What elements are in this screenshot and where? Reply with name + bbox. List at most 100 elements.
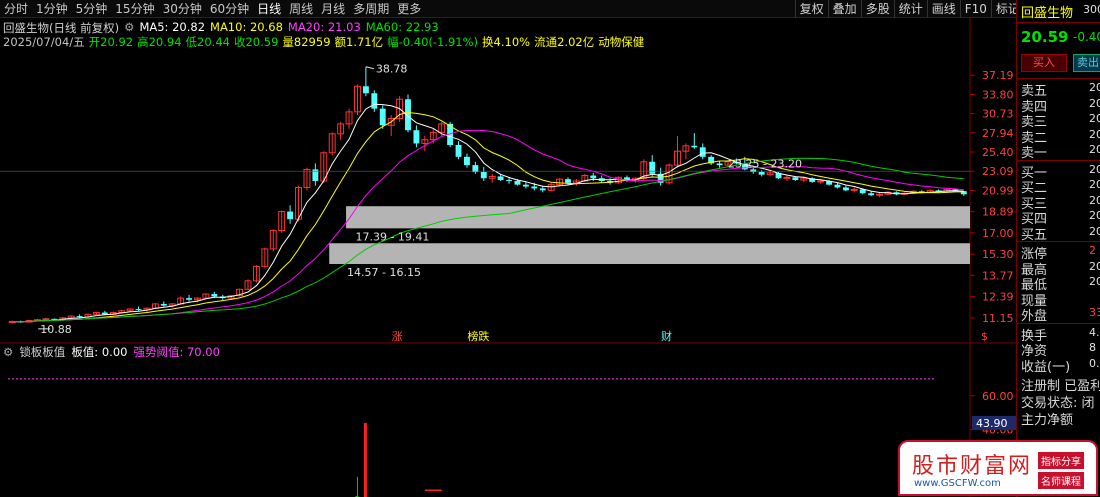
sell-button[interactable]: 卖出	[1073, 54, 1100, 72]
divider	[1017, 159, 1100, 161]
price-tick-label: 18.89	[982, 206, 1014, 219]
quote-row-value: 20	[1089, 96, 1100, 110]
quote-row: 最高20	[1021, 259, 1100, 278]
candle-body	[691, 145, 698, 148]
event-mark: $	[981, 330, 988, 343]
quote-row: 卖三20	[1021, 111, 1100, 130]
candle-body	[211, 294, 218, 297]
event-mark: 财	[661, 329, 672, 343]
candle-body	[850, 188, 858, 191]
price-tick-label: 17.00	[982, 227, 1014, 240]
price-tick-label: 11.15	[982, 312, 1014, 325]
price-axis: 37.19 33.80 30.73 27.94 25.40 23.09 20.99 18.89…	[970, 69, 1014, 325]
candle-body	[42, 318, 50, 321]
toolbar-button[interactable]: 画线	[926, 0, 960, 18]
candles	[8, 66, 967, 324]
period-tab[interactable]: 更多	[393, 0, 425, 18]
candle-body	[590, 175, 597, 179]
candle-body	[716, 163, 723, 166]
quote-footer-line: 交易状态: 闭	[1021, 396, 1095, 411]
quote-row-value: 20	[1089, 127, 1100, 141]
candle-body	[522, 184, 529, 187]
candle-body	[480, 172, 487, 179]
quote-row-value: 20	[1089, 193, 1100, 207]
quote-row-value: 20	[1089, 224, 1100, 238]
quote-row: 净资 8	[1021, 340, 1100, 359]
price-tick-label: 13.77	[982, 269, 1014, 282]
buy-button[interactable]: 买入	[1021, 54, 1067, 72]
quote-row: 卖五20	[1021, 80, 1100, 99]
quote-row-value: 33	[1089, 306, 1100, 319]
quote-row: 外盘33	[1021, 305, 1100, 324]
price-tick-label: 37.19	[982, 69, 1014, 82]
watermark-tag: 指标分享	[1038, 452, 1084, 469]
indicator-menu-icon[interactable]: ⚙	[3, 345, 13, 359]
indicator-name[interactable]: 锁板板值	[19, 344, 65, 360]
period-tab[interactable]: 日线	[253, 0, 285, 18]
candle-body	[649, 161, 656, 174]
quote-row: 买二20	[1021, 177, 1100, 196]
candle-body	[497, 176, 504, 181]
candle-body	[817, 180, 825, 183]
quote-row-value: 20	[1089, 209, 1100, 222]
watermark-url: www.GSCFW.com	[914, 478, 1001, 489]
period-tab[interactable]: 15分钟	[111, 0, 158, 18]
price-tick-label: 23.09	[982, 165, 1014, 178]
quote-row: 卖一20	[1021, 142, 1100, 161]
event-mark: 榜跌	[467, 329, 489, 343]
quote-row-value: 20	[1089, 178, 1100, 191]
candle-body	[699, 147, 706, 157]
divider	[1017, 241, 1100, 242]
quote-row-value: 0.	[1089, 356, 1100, 370]
quote-row-value: 20	[1089, 259, 1100, 273]
event-mark: 涨	[392, 330, 403, 343]
high-pointer	[365, 66, 375, 70]
quote-row-label: 收益(一)	[1021, 359, 1071, 375]
candle-body	[287, 211, 294, 220]
toolbar-button[interactable]: F10	[959, 0, 991, 18]
kline-chart[interactable]: 37.19 33.80 30.73 27.94 25.40 23.09 20.99 18.89…	[0, 18, 1016, 497]
period-tab[interactable]: 分时	[0, 0, 32, 18]
toolbar-button[interactable]: 统计	[893, 0, 927, 18]
candle-body	[101, 312, 108, 315]
divider	[1017, 22, 1100, 23]
indicator-bar	[363, 422, 367, 497]
quote-row: 买五20	[1021, 224, 1100, 243]
period-tab[interactable]: 1分钟	[32, 0, 72, 18]
candle-body	[186, 298, 192, 300]
quote-row: 买四20	[1021, 208, 1100, 227]
price-tick-label: 27.94	[982, 127, 1014, 140]
divider	[1017, 78, 1100, 79]
period-tab[interactable]: 多周期	[349, 0, 393, 18]
period-tab[interactable]: 60分钟	[206, 0, 253, 18]
quote-row: 买一20	[1021, 162, 1100, 181]
candle-body	[758, 172, 765, 175]
period-tab[interactable]: 5分钟	[72, 0, 112, 18]
sub-tick-label: 60.00	[982, 390, 1014, 403]
toolbar-button[interactable]: 复权	[794, 0, 828, 18]
quote-row: 卖二20	[1021, 127, 1100, 146]
indicator-panel: 60.0040.0020.0043.90	[8, 378, 1016, 497]
candle-body	[379, 108, 386, 126]
quote-row: 涨停 2	[1021, 243, 1100, 262]
toolbar-button[interactable]: 叠加	[827, 0, 861, 18]
price-tick-label: 15.30	[982, 248, 1014, 261]
quote-row: 换手 4.	[1021, 325, 1100, 344]
toolbar-button[interactable]: 多股	[860, 0, 894, 18]
support-zone	[346, 206, 971, 229]
candle-body	[565, 179, 571, 183]
stock-code: 300	[1083, 3, 1100, 16]
candle-body	[76, 316, 83, 318]
candle-body	[876, 193, 884, 196]
period-tab[interactable]: 周线	[285, 0, 317, 18]
quote-panel: 回盛生物 300 20.59 -0.40 买入 卖出 卖五20卖四20卖三20卖…	[1016, 0, 1100, 497]
watermark-tag: 名师课程	[1038, 472, 1084, 489]
chart-annotations: 38.7810.8817.39 - 19.4114.57 - 16.1523.2…	[0, 63, 988, 343]
period-tab[interactable]: 30分钟	[159, 0, 206, 18]
candle-body	[362, 86, 369, 94]
quote-row: 收益(一) 0.	[1021, 356, 1100, 375]
quote-row-value: 20	[1089, 162, 1100, 176]
price-tick-label: 20.99	[982, 184, 1014, 197]
period-tab[interactable]: 月线	[317, 0, 349, 18]
candle-body	[506, 180, 512, 182]
